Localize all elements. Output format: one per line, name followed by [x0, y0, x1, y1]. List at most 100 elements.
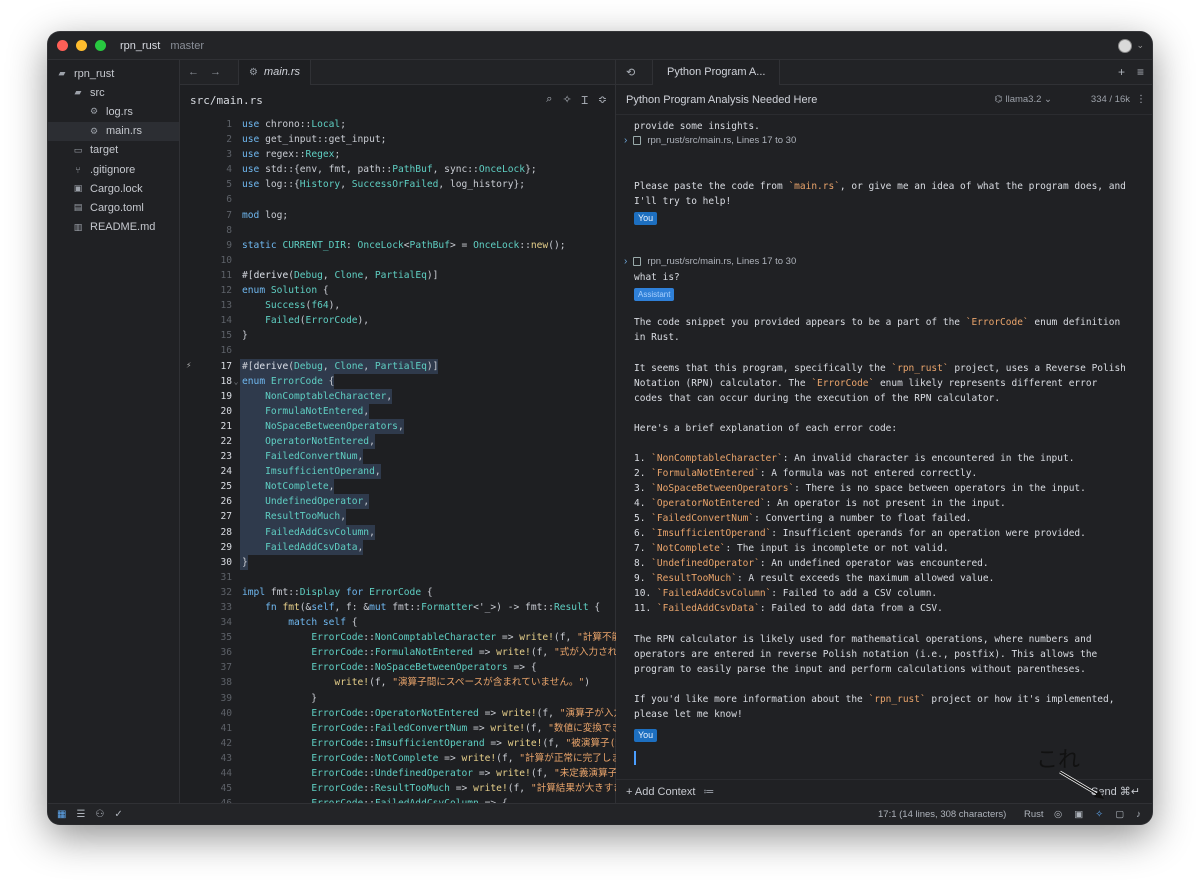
- add-context-button[interactable]: + Add Context: [626, 786, 695, 798]
- settings-sliders-icon[interactable]: ≎: [598, 93, 607, 108]
- chevron-down-icon[interactable]: ⌄: [1136, 40, 1144, 51]
- more-options-icon[interactable]: ⋮: [1136, 94, 1146, 105]
- assistant-sparkle-icon[interactable]: ✧: [562, 93, 571, 108]
- code-line[interactable]: 29 FailedAddCsvData,: [180, 539, 616, 555]
- cursor-position[interactable]: 17:1 (14 lines, 308 characters): [878, 809, 1006, 820]
- role-badge-assistant[interactable]: Assistant: [634, 288, 675, 301]
- code-line[interactable]: 15}: [180, 328, 616, 343]
- code-line[interactable]: 18 ⌄ enum ErrorCode {: [180, 373, 616, 389]
- sidebar-item-log-rs[interactable]: ⚙ log.rs: [48, 102, 179, 121]
- code-line[interactable]: 34 match self {: [180, 615, 616, 630]
- code-line[interactable]: 28 FailedAddCsvColumn,: [180, 524, 616, 540]
- code-line[interactable]: 37 ErrorCode::NoSpaceBetweenOperators =>…: [180, 660, 616, 675]
- code-line[interactable]: 14 Failed(ErrorCode),: [180, 313, 616, 328]
- minimize-window-button[interactable]: [76, 40, 87, 51]
- collaborators-icon[interactable]: ⚇: [95, 809, 104, 820]
- code-line[interactable]: 6: [180, 192, 616, 207]
- role-badge-user[interactable]: You: [634, 212, 658, 225]
- menu-icon[interactable]: ≡: [1137, 65, 1144, 79]
- code-line[interactable]: 31: [180, 570, 616, 585]
- code-line[interactable]: 36 ErrorCode::FormulaNotEntered => write…: [180, 645, 616, 660]
- outline-icon[interactable]: ☰: [76, 809, 85, 820]
- sidebar-item-cargo-lock[interactable]: ▣ Cargo.lock: [48, 179, 179, 198]
- conversation-body[interactable]: provide some insights. › rpn_rust/src/ma…: [616, 115, 1152, 765]
- lightning-icon[interactable]: ⚡: [186, 359, 191, 374]
- code-line[interactable]: 20 FormulaNotEntered,: [180, 403, 616, 419]
- code-line[interactable]: 44 ErrorCode::UndefinedOperator => write…: [180, 766, 616, 781]
- code-line[interactable]: 45 ErrorCode::ResultTooMuch => write!(f,…: [180, 781, 616, 796]
- code-line[interactable]: ⚡ 17 #[derive(Debug, Clone, PartialEq)]: [180, 358, 616, 374]
- sidebar-item-target[interactable]: ▭ target: [48, 141, 179, 160]
- code-line[interactable]: 5 use log::{History, SuccessOrFailed, log…: [180, 177, 616, 192]
- avatar[interactable]: [1118, 39, 1132, 53]
- tab-conversation[interactable]: Python Program A...: [652, 59, 781, 85]
- code-line[interactable]: 33 fn fmt(&self, f: &mut fmt::Formatter<…: [180, 600, 616, 615]
- new-conversation-icon[interactable]: +: [1118, 65, 1125, 79]
- code-line[interactable]: 16: [180, 343, 616, 358]
- assistant-sparkle-icon[interactable]: ✧: [1095, 809, 1103, 820]
- code-line[interactable]: 23 FailedConvertNum,: [180, 449, 616, 465]
- project-panel-icon[interactable]: ▦: [57, 809, 66, 820]
- model-selector[interactable]: ⌬ llama3.2 ⌄: [995, 94, 1052, 105]
- code-line[interactable]: 22 OperatorNotEntered,: [180, 433, 616, 450]
- sidebar-item-main-rs[interactable]: ⚙ main.rs: [48, 121, 179, 141]
- code-line[interactable]: 9 static CURRENT_DIR: OnceLock<PathBuf> =…: [180, 238, 616, 253]
- close-window-button[interactable]: [57, 40, 68, 51]
- code-line[interactable]: 19 NonComptableCharacter,: [180, 388, 616, 404]
- code-line[interactable]: 10: [180, 253, 616, 268]
- branch-name[interactable]: master: [170, 40, 204, 52]
- code-line[interactable]: 8: [180, 223, 616, 238]
- code-line[interactable]: 1 use chrono::Local;: [180, 117, 616, 132]
- code-line[interactable]: 2 use get_input::get_input;: [180, 132, 616, 147]
- code-line[interactable]: 12 enum Solution {: [180, 283, 616, 298]
- fold-chevron-icon[interactable]: ⌄: [232, 374, 240, 389]
- sidebar-item-cargo-toml[interactable]: ▤ Cargo.toml: [48, 198, 179, 217]
- back-arrow-icon[interactable]: ←: [188, 66, 202, 78]
- sidebar-item-rpn-rust[interactable]: ▰ rpn_rust: [48, 64, 179, 83]
- notification-bell-icon[interactable]: ♪: [1136, 809, 1141, 820]
- code-line[interactable]: 42 ErrorCode::ImsufficientOperand => wri…: [180, 736, 616, 751]
- code-line[interactable]: 7 mod log;: [180, 208, 616, 223]
- sidebar-item-readme-md[interactable]: ▥ README.md: [48, 218, 179, 237]
- message-input-caret[interactable]: [634, 751, 636, 765]
- code-line[interactable]: 24 ImsufficientOperand,: [180, 464, 616, 480]
- chat-icon[interactable]: ▢: [1115, 809, 1124, 820]
- code-line[interactable]: 39 }: [180, 691, 616, 706]
- context-chip[interactable]: › rpn_rust/src/main.rs, Lines 17 to 30: [624, 256, 796, 267]
- history-icon[interactable]: ⟲: [626, 66, 642, 79]
- code-line[interactable]: 13 Success(f64),: [180, 298, 616, 313]
- zoom-window-button[interactable]: [95, 40, 106, 51]
- breadcrumb[interactable]: src/main.rs: [190, 94, 263, 107]
- code-line[interactable]: 46 ErrorCode::FailedAddCsvColumn => {: [180, 796, 616, 803]
- code-line[interactable]: 11 #[derive(Debug, Clone, PartialEq)]: [180, 268, 616, 283]
- code-line[interactable]: 27 ResultTooMuch,: [180, 509, 616, 525]
- language-selector[interactable]: Rust: [1024, 809, 1044, 820]
- context-list-icon[interactable]: ≔: [703, 785, 714, 798]
- sidebar-item-gitignore[interactable]: ⑂ .gitignore: [48, 160, 179, 179]
- code-line[interactable]: 26 UndefinedOperator,: [180, 494, 616, 510]
- code-line[interactable]: 25 NotComplete,: [180, 479, 616, 495]
- project-name[interactable]: rpn_rust: [120, 40, 160, 52]
- terminal-icon[interactable]: ▣: [1074, 809, 1083, 820]
- code-line[interactable]: 30}: [180, 554, 616, 570]
- code-line[interactable]: 43 ErrorCode::NotComplete => write!(f, "…: [180, 751, 616, 766]
- code-line[interactable]: 3 use regex::Regex;: [180, 147, 616, 162]
- code-line[interactable]: 40 ErrorCode::OperatorNotEntered => writ…: [180, 706, 616, 721]
- tab-main-rs[interactable]: ⚙ main.rs: [238, 59, 312, 85]
- code-line[interactable]: 38 write!(f, "演算子間にスペースが含まれていません。"): [180, 675, 616, 690]
- role-badge-user[interactable]: You: [634, 729, 658, 742]
- code-line[interactable]: 41 ErrorCode::FailedConvertNum => write!…: [180, 721, 616, 736]
- sidebar-item-src[interactable]: ▰ src: [48, 83, 179, 102]
- copilot-icon[interactable]: ◎: [1054, 809, 1062, 820]
- context-chip[interactable]: › rpn_rust/src/main.rs, Lines 17 to 30: [624, 135, 796, 146]
- code-line[interactable]: 4 use std::{env, fmt, path::PathBuf, sync…: [180, 162, 616, 177]
- conversation-title[interactable]: Python Program Analysis Needed Here: [626, 94, 817, 106]
- code-line[interactable]: 35 ErrorCode::NonComptableCharacter => w…: [180, 630, 616, 645]
- check-icon[interactable]: ✓: [114, 809, 122, 820]
- code-editor[interactable]: 1 use chrono::Local; 2 use get_input::get_i…: [180, 115, 616, 803]
- search-icon[interactable]: ⌕: [546, 93, 552, 108]
- code-line[interactable]: 32 impl fmt::Display for ErrorCode {: [180, 585, 616, 600]
- code-line[interactable]: 21 NoSpaceBetweenOperators,: [180, 418, 616, 434]
- text-cursor-icon[interactable]: Ɪ: [582, 93, 588, 108]
- forward-arrow-icon[interactable]: →: [210, 66, 224, 78]
